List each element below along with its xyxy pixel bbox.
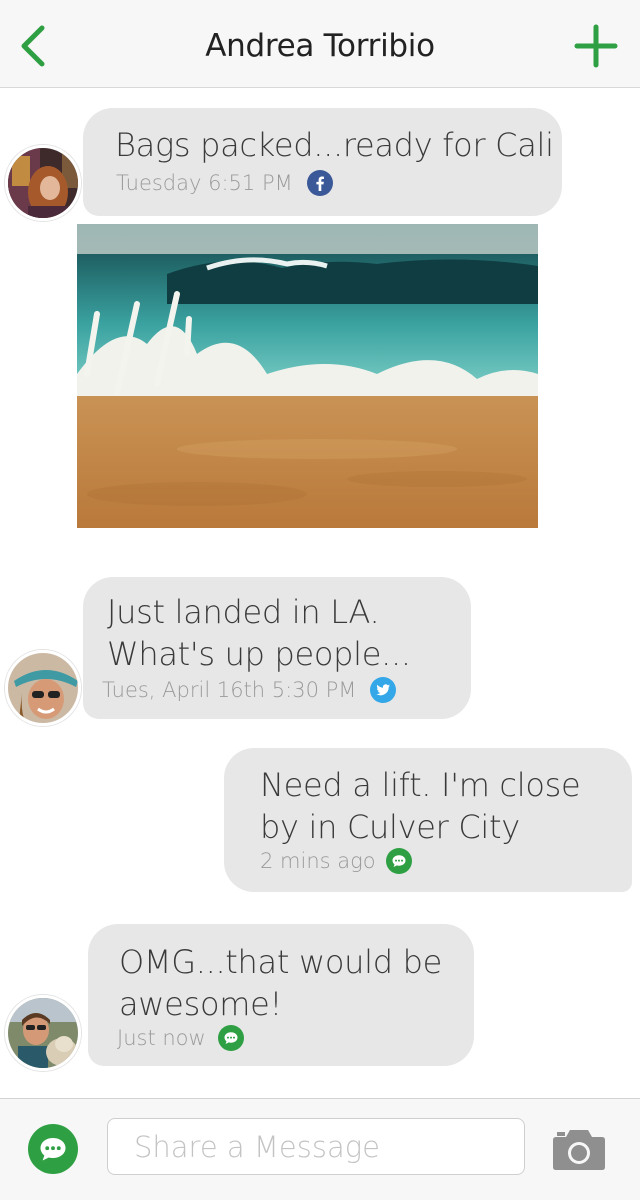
- camera-icon: [553, 1130, 605, 1170]
- message-type-button[interactable]: [28, 1124, 78, 1174]
- message-bubble[interactable]: OMG...that would be awesome! Just now: [88, 924, 474, 1066]
- message-text-line: Just landed in LA.: [107, 593, 380, 631]
- message-bubble-outgoing[interactable]: Need a lift. I'm close by in Culver City…: [224, 748, 632, 892]
- message-input[interactable]: [107, 1118, 525, 1175]
- add-button[interactable]: [574, 24, 618, 68]
- plus-icon: [574, 24, 618, 68]
- message-timestamp: Just now: [117, 1026, 206, 1050]
- message-timestamp: 2 mins ago: [260, 849, 376, 873]
- compose-bar: [0, 1098, 640, 1200]
- message-icon: [28, 1124, 78, 1174]
- camera-button[interactable]: [552, 1127, 606, 1171]
- avatar[interactable]: [5, 995, 81, 1071]
- message-icon: [385, 848, 412, 874]
- message-icon: [217, 1025, 244, 1051]
- message-text-line: awesome!: [119, 985, 283, 1023]
- twitter-icon: [370, 677, 397, 703]
- shared-photo[interactable]: [77, 224, 538, 528]
- facebook-icon: [306, 170, 333, 196]
- message-text-line: OMG...that would be: [119, 943, 442, 981]
- nav-header: Andrea Torribio: [0, 0, 640, 88]
- avatar[interactable]: [5, 145, 81, 221]
- message-timestamp: Tuesday 6:51 PM: [116, 171, 293, 195]
- conversation-title: Andrea Torribio: [205, 28, 435, 64]
- message-text: Bags packed...ready for Cali: [115, 126, 554, 164]
- message-bubble[interactable]: Bags packed...ready for Cali Tuesday 6:5…: [83, 108, 562, 216]
- message-text-line: Need a lift. I'm close: [260, 766, 581, 804]
- message-text-line: by in Culver City: [260, 808, 520, 846]
- message-timestamp: Tues, April 16th 5:30 PM: [102, 678, 357, 702]
- avatar[interactable]: [5, 650, 81, 726]
- message-text-line: What's up people...: [107, 635, 411, 673]
- message-bubble[interactable]: Just landed in LA. What's up people... T…: [83, 577, 471, 719]
